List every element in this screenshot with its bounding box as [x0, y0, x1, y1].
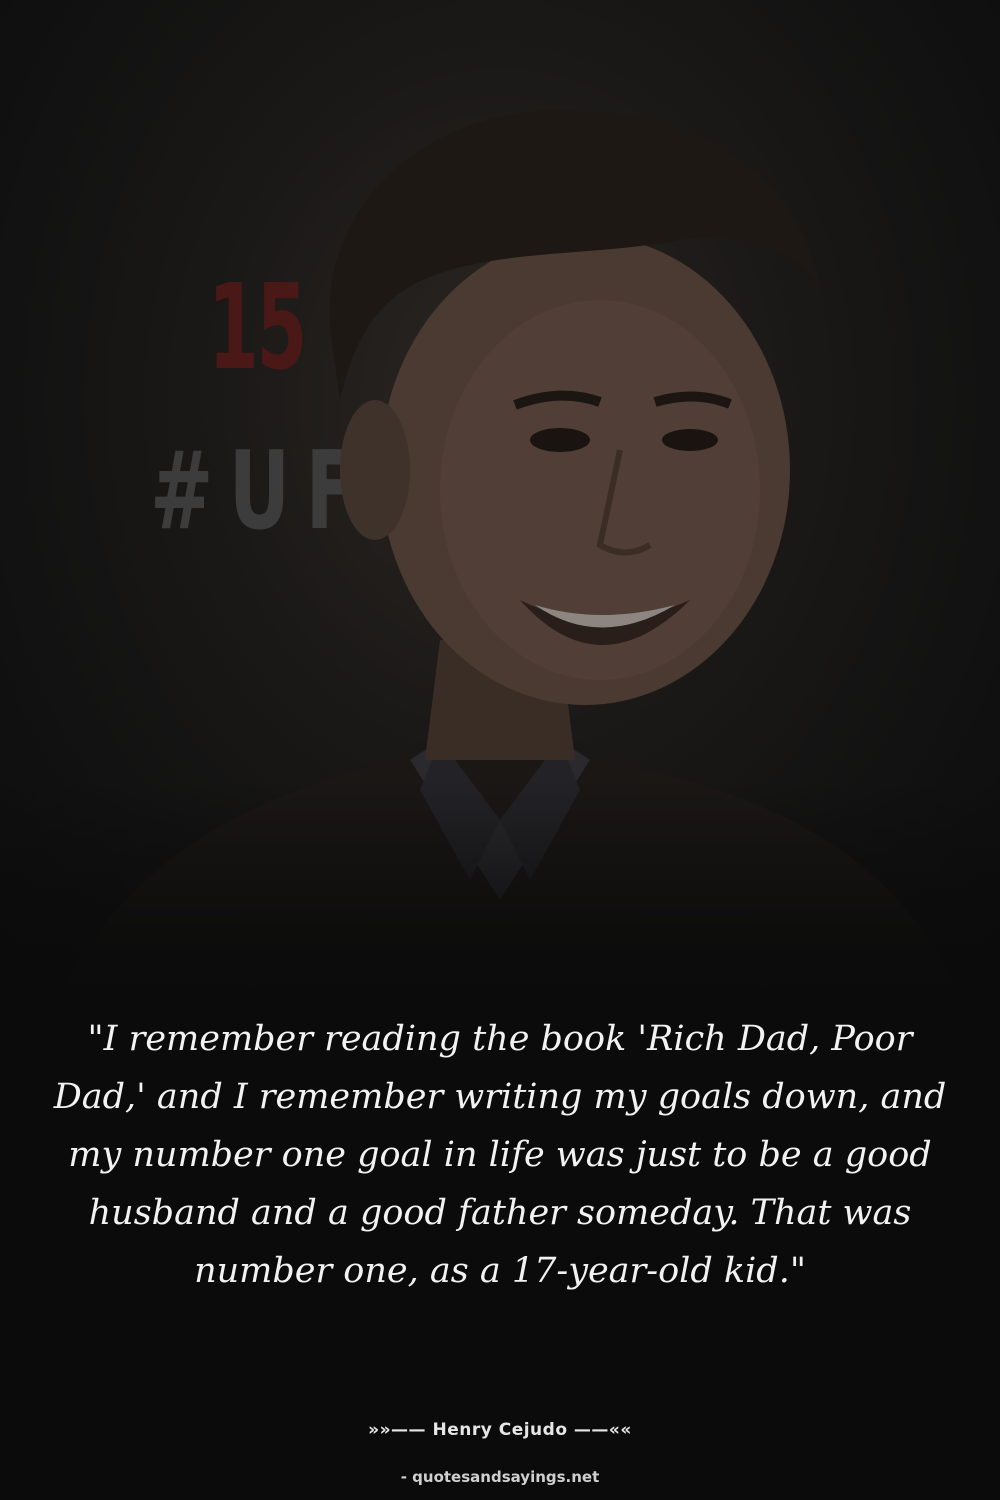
portrait-photo: 15 #UF	[0, 0, 1000, 1000]
photo-fade	[0, 780, 1000, 1000]
quote-text: "I remember reading the book 'Rich Dad, …	[53, 1019, 947, 1291]
quote-block: "I remember reading the book 'Rich Dad, …	[40, 1010, 960, 1300]
source-credit: - quotesandsayings.net	[400, 1468, 600, 1486]
quote-card: 15 #UF "I remember reading the book 'Ric…	[0, 0, 1000, 1500]
quote-author: »»—— Henry Cejudo ——««	[368, 1420, 632, 1440]
